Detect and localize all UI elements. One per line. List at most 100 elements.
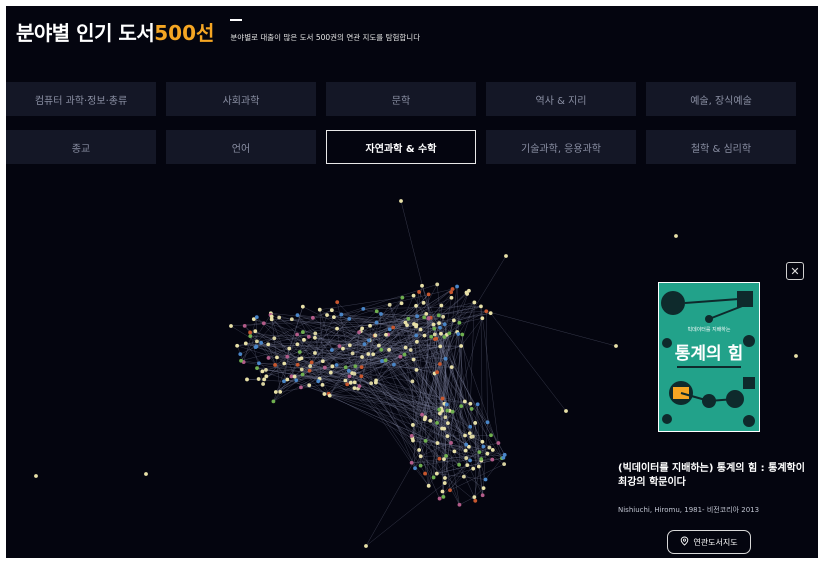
book-node[interactable] bbox=[391, 325, 396, 330]
book-node[interactable] bbox=[347, 343, 352, 348]
book-node[interactable] bbox=[295, 332, 299, 337]
book-node[interactable] bbox=[373, 333, 378, 338]
book-node[interactable] bbox=[309, 360, 314, 365]
book-node[interactable] bbox=[345, 382, 350, 387]
book-node[interactable] bbox=[34, 474, 38, 478]
book-node[interactable] bbox=[418, 463, 423, 468]
book-node[interactable] bbox=[248, 330, 253, 335]
book-node[interactable] bbox=[364, 544, 368, 548]
book-node[interactable] bbox=[440, 396, 445, 401]
category-button-computer[interactable]: 컴퓨터 과학·정보·총류 bbox=[6, 82, 156, 116]
book-node[interactable] bbox=[253, 329, 258, 334]
book-node[interactable] bbox=[438, 344, 443, 349]
book-node[interactable] bbox=[442, 322, 447, 327]
book-node[interactable] bbox=[418, 327, 423, 332]
book-node[interactable] bbox=[273, 363, 277, 367]
book-node[interactable] bbox=[411, 293, 416, 298]
book-node[interactable] bbox=[384, 332, 388, 337]
book-node[interactable] bbox=[564, 409, 568, 413]
book-node[interactable] bbox=[330, 348, 334, 352]
book-node[interactable] bbox=[439, 303, 444, 308]
book-node[interactable] bbox=[468, 424, 473, 429]
book-node[interactable] bbox=[357, 330, 361, 335]
book-node[interactable] bbox=[414, 324, 418, 329]
book-node[interactable] bbox=[415, 314, 420, 319]
book-node[interactable] bbox=[417, 290, 421, 294]
book-node[interactable] bbox=[144, 472, 148, 476]
book-node[interactable] bbox=[320, 382, 325, 387]
book-node[interactable] bbox=[297, 350, 302, 354]
book-node[interactable] bbox=[443, 356, 448, 361]
book-node[interactable] bbox=[317, 307, 322, 312]
book-node[interactable] bbox=[467, 431, 472, 436]
book-node[interactable] bbox=[442, 335, 447, 339]
book-node[interactable] bbox=[410, 423, 415, 427]
book-node[interactable] bbox=[421, 300, 426, 305]
book-node[interactable] bbox=[380, 359, 384, 363]
book-node[interactable] bbox=[348, 380, 353, 385]
book-node[interactable] bbox=[461, 474, 466, 479]
category-button-history[interactable]: 역사 & 지리 bbox=[486, 82, 636, 116]
book-node[interactable] bbox=[300, 304, 305, 309]
book-node[interactable] bbox=[257, 361, 261, 366]
book-node[interactable] bbox=[261, 382, 266, 386]
book-node[interactable] bbox=[422, 333, 427, 338]
book-node[interactable] bbox=[347, 374, 352, 379]
book-node[interactable] bbox=[261, 321, 266, 326]
book-node[interactable] bbox=[441, 495, 446, 499]
book-node[interactable] bbox=[452, 449, 457, 454]
book-node[interactable] bbox=[489, 433, 493, 438]
book-node[interactable] bbox=[441, 314, 446, 319]
book-node[interactable] bbox=[417, 448, 422, 452]
book-node[interactable] bbox=[299, 367, 304, 372]
book-node[interactable] bbox=[472, 300, 477, 305]
book-node[interactable] bbox=[408, 348, 413, 352]
book-node[interactable] bbox=[328, 370, 333, 375]
book-node[interactable] bbox=[335, 326, 339, 331]
book-node[interactable] bbox=[255, 366, 259, 371]
book-node[interactable] bbox=[457, 462, 461, 467]
book-node[interactable] bbox=[285, 377, 290, 382]
book-node[interactable] bbox=[353, 364, 358, 369]
category-button-philosophy[interactable]: 철학 & 심리학 bbox=[646, 130, 796, 164]
book-node[interactable] bbox=[266, 356, 271, 360]
category-button-technology[interactable]: 기술과학, 응용과학 bbox=[486, 130, 636, 164]
book-node[interactable] bbox=[310, 315, 315, 320]
book-node[interactable] bbox=[300, 372, 305, 377]
book-node[interactable] bbox=[362, 342, 367, 347]
book-node[interactable] bbox=[438, 325, 442, 330]
book-node[interactable] bbox=[469, 407, 474, 411]
book-node[interactable] bbox=[477, 450, 482, 455]
book-node[interactable] bbox=[435, 441, 440, 445]
book-node[interactable] bbox=[485, 420, 490, 425]
book-node[interactable] bbox=[413, 466, 417, 471]
book-node[interactable] bbox=[376, 343, 381, 348]
book-node[interactable] bbox=[307, 368, 312, 373]
book-node[interactable] bbox=[410, 379, 415, 384]
book-node[interactable] bbox=[446, 421, 450, 425]
book-node[interactable] bbox=[322, 365, 327, 370]
category-button-religion[interactable]: 종교 bbox=[6, 130, 156, 164]
book-node[interactable] bbox=[359, 374, 364, 379]
book-node[interactable] bbox=[451, 318, 456, 323]
book-node[interactable] bbox=[339, 312, 344, 317]
book-node[interactable] bbox=[343, 365, 348, 370]
book-node[interactable] bbox=[432, 332, 437, 337]
book-node[interactable] bbox=[470, 434, 475, 439]
book-node[interactable] bbox=[456, 332, 461, 336]
book-node[interactable] bbox=[313, 331, 318, 336]
book-node[interactable] bbox=[449, 441, 453, 445]
book-node[interactable] bbox=[414, 339, 419, 344]
book-node[interactable] bbox=[480, 316, 485, 321]
book-node[interactable] bbox=[433, 337, 437, 342]
book-node[interactable] bbox=[248, 334, 253, 338]
book-node[interactable] bbox=[490, 448, 495, 452]
category-button-art[interactable]: 예술, 장식예술 bbox=[646, 82, 796, 116]
book-node[interactable] bbox=[374, 320, 379, 325]
book-node[interactable] bbox=[299, 356, 304, 361]
book-node[interactable] bbox=[295, 342, 300, 347]
category-button-language[interactable]: 언어 bbox=[166, 130, 316, 164]
book-node[interactable] bbox=[502, 462, 507, 467]
book-node[interactable] bbox=[320, 359, 325, 364]
book-node[interactable] bbox=[299, 385, 303, 390]
